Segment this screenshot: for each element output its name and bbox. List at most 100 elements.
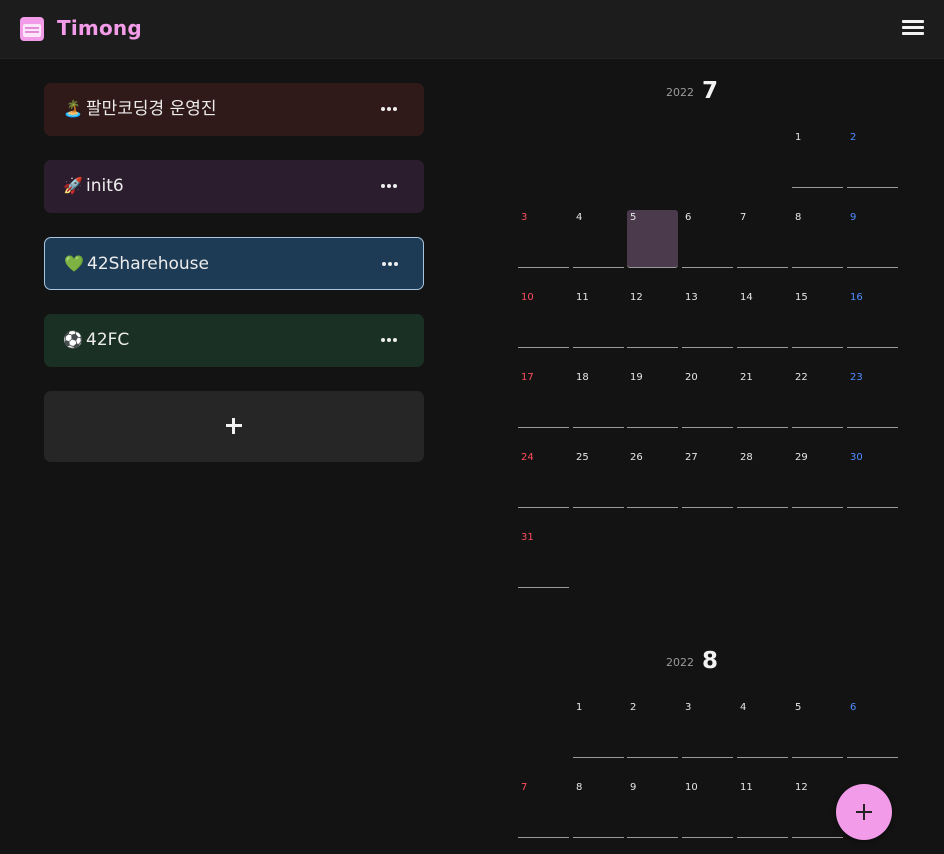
day-number: 18 — [576, 372, 589, 383]
day-number: 13 — [685, 292, 698, 303]
calendar-day[interactable]: 4 — [573, 210, 624, 268]
group-name: 팔만코딩경 운영진 — [86, 99, 217, 119]
group-card[interactable]: 💚 42Sharehouse — [44, 237, 424, 290]
day-number: 3 — [685, 702, 692, 713]
group-emoji-icon: ⚽ — [63, 330, 83, 349]
day-number: 12 — [630, 292, 643, 303]
calendar-day[interactable]: 17 — [518, 370, 569, 428]
calendar-day[interactable]: 23 — [847, 370, 898, 428]
calendar-icon — [20, 17, 44, 41]
calendar-day[interactable]: 26 — [627, 450, 678, 508]
calendar-day[interactable]: 6 — [847, 700, 898, 758]
calendar-day[interactable]: 22 — [792, 370, 843, 428]
day-number: 3 — [521, 212, 528, 223]
calendar-day[interactable]: 5 — [792, 700, 843, 758]
calendar-day[interactable]: 29 — [792, 450, 843, 508]
day-number: 1 — [576, 702, 583, 713]
day-number: 2 — [630, 702, 637, 713]
day-number: 4 — [740, 702, 747, 713]
calendar-day[interactable]: 10 — [682, 780, 733, 838]
calendar-day[interactable]: 27 — [682, 450, 733, 508]
calendar-day[interactable]: 16 — [847, 290, 898, 348]
group-emoji-icon: 🏝️ — [63, 99, 83, 118]
calendar-day[interactable]: 11 — [737, 780, 788, 838]
day-number: 9 — [850, 212, 857, 223]
calendar-day[interactable]: 9 — [847, 210, 898, 268]
day-number: 7 — [740, 212, 747, 223]
calendar-day[interactable]: 1 — [573, 700, 624, 758]
day-number: 8 — [795, 212, 802, 223]
day-number: 24 — [521, 452, 534, 463]
day-number: 22 — [795, 372, 808, 383]
more-dots-icon[interactable] — [379, 256, 403, 272]
calendar-day[interactable]: 1 — [792, 130, 843, 188]
day-number: 10 — [685, 782, 698, 793]
group-emoji-icon: 🚀 — [63, 176, 83, 195]
calendar-day[interactable]: 4 — [737, 700, 788, 758]
calendar-day[interactable]: 19 — [627, 370, 678, 428]
group-emoji-icon: 💚 — [64, 254, 84, 273]
calendar-day[interactable]: 25 — [573, 450, 624, 508]
calendar-day[interactable]: 14 — [737, 290, 788, 348]
day-number: 26 — [630, 452, 643, 463]
day-number: 7 — [521, 782, 528, 793]
plus-icon — [224, 416, 244, 436]
calendar-day[interactable]: 30 — [847, 450, 898, 508]
calendar-day[interactable]: 10 — [518, 290, 569, 348]
calendar-day[interactable]: 2 — [847, 130, 898, 188]
calendar-day[interactable]: 11 — [573, 290, 624, 348]
day-number: 17 — [521, 372, 534, 383]
day-number: 27 — [685, 452, 698, 463]
day-number: 19 — [630, 372, 643, 383]
add-schedule-button[interactable] — [836, 784, 892, 840]
hamburger-menu-icon[interactable] — [902, 19, 924, 37]
more-dots-icon[interactable] — [378, 332, 402, 348]
group-name: 42Sharehouse — [87, 254, 209, 274]
calendar-day[interactable]: 20 — [682, 370, 733, 428]
calendar-day[interactable]: 8 — [792, 210, 843, 268]
calendar-day[interactable]: 31 — [518, 530, 569, 588]
group-card[interactable]: 🚀 init6 — [44, 160, 424, 213]
day-number: 11 — [740, 782, 753, 793]
group-name: init6 — [86, 176, 124, 196]
more-dots-icon[interactable] — [378, 178, 402, 194]
calendar-day[interactable]: 13 — [682, 290, 733, 348]
day-number: 5 — [795, 702, 802, 713]
more-dots-icon[interactable] — [378, 101, 402, 117]
calendar-day[interactable]: 6 — [682, 210, 733, 268]
day-number: 20 — [685, 372, 698, 383]
day-number: 2 — [850, 132, 857, 143]
calendar-day[interactable]: 9 — [627, 780, 678, 838]
calendar-day[interactable]: 8 — [573, 780, 624, 838]
calendar-day[interactable]: 15 — [792, 290, 843, 348]
day-number: 15 — [795, 292, 808, 303]
group-name: 42FC — [86, 330, 130, 350]
calendar-day[interactable]: 18 — [573, 370, 624, 428]
calendar-day[interactable]: 7 — [737, 210, 788, 268]
month-year: 2022 — [666, 86, 694, 99]
calendar-day[interactable]: 21 — [737, 370, 788, 428]
group-card[interactable]: 🏝️ 팔만코딩경 운영진 — [44, 83, 424, 136]
day-number: 9 — [630, 782, 637, 793]
day-number: 23 — [850, 372, 863, 383]
day-number: 10 — [521, 292, 534, 303]
month-year: 2022 — [666, 656, 694, 669]
group-card[interactable]: ⚽ 42FC — [44, 314, 424, 367]
day-number: 30 — [850, 452, 863, 463]
calendar-day[interactable]: 24 — [518, 450, 569, 508]
day-number: 28 — [740, 452, 753, 463]
day-number: 1 — [795, 132, 802, 143]
day-number: 31 — [521, 532, 534, 543]
calendar-day[interactable]: 5 — [627, 210, 678, 268]
calendar-day[interactable]: 28 — [737, 450, 788, 508]
calendar-day[interactable]: 2 — [627, 700, 678, 758]
calendar-day[interactable]: 3 — [682, 700, 733, 758]
day-number: 14 — [740, 292, 753, 303]
day-number: 21 — [740, 372, 753, 383]
day-number: 25 — [576, 452, 589, 463]
add-group-button[interactable] — [44, 391, 424, 462]
app-title: Timong — [57, 16, 142, 40]
calendar-day[interactable]: 7 — [518, 780, 569, 838]
calendar-day[interactable]: 3 — [518, 210, 569, 268]
calendar-day[interactable]: 12 — [627, 290, 678, 348]
